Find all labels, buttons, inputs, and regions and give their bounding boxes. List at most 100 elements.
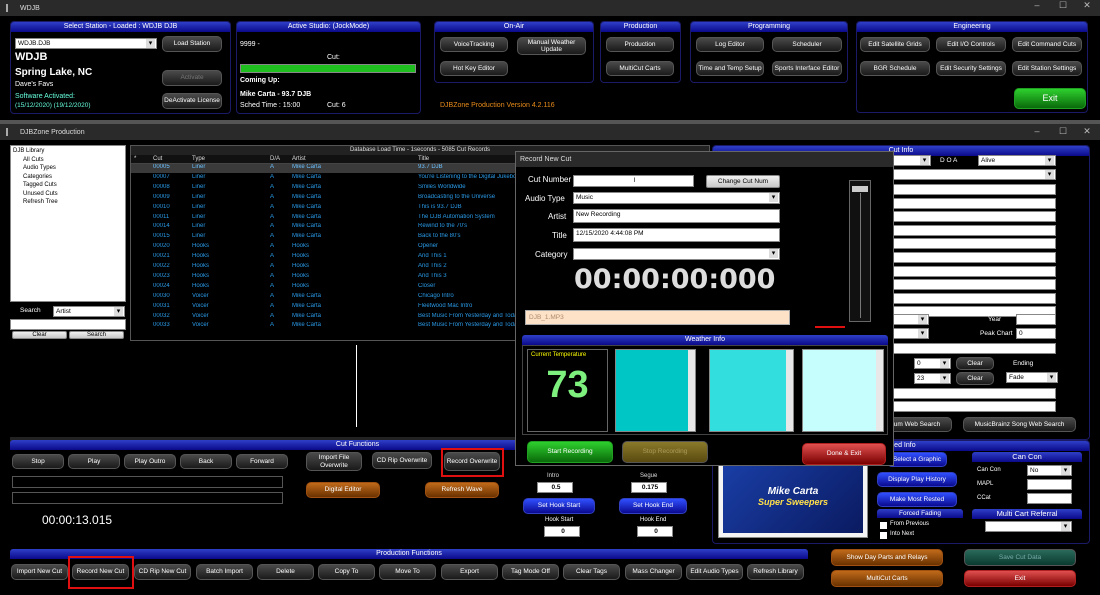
col-tag[interactable]: * [131,155,153,163]
production-button[interactable]: Production [606,37,674,52]
cut-info-select-1[interactable] [893,155,931,166]
cut-number-input[interactable]: I [573,175,694,187]
title-input[interactable]: 12/15/2020 4:44:08 PM [573,228,780,242]
done-exit-button[interactable]: Done & Exit [802,443,886,465]
log-editor-button[interactable]: Log Editor [696,37,764,52]
col-cut[interactable]: Cut [153,155,192,163]
cut-info-field[interactable] [893,224,1056,236]
cut-info-field-b[interactable] [893,401,1056,412]
multicut-carts-button[interactable]: MultiCut Carts [831,570,943,587]
filename-field[interactable]: DJB_1.MP3 [525,310,790,325]
fade-out-select[interactable]: 23 [914,373,951,384]
manual-weather-update-button[interactable]: Manual Weather Update [517,37,586,55]
hot-key-editor-button[interactable]: Hot Key Editor [440,61,508,76]
set-hook-start-button[interactable]: Set Hook Start [523,498,595,514]
search-button[interactable]: Search [69,331,124,339]
weather-scroll-3[interactable] [876,350,883,431]
station-select[interactable]: WDJB.DJB [15,38,157,49]
cancon-select[interactable]: No [1027,465,1072,476]
stop-recording-button[interactable]: Stop Recording [622,441,708,463]
hook-end-value[interactable]: 0 [637,526,673,537]
import-new-cut-button[interactable]: Import New Cut [11,564,68,580]
export-button[interactable]: Export [441,564,498,580]
bgr-schedule-button[interactable]: BGR Schedule [860,61,930,76]
ccat-input[interactable] [1027,493,1072,504]
edit-audio-types-button[interactable]: Edit Audio Types [686,564,743,580]
clear-out-button[interactable]: Clear [956,372,994,385]
cut-info-select-4[interactable] [893,328,929,339]
make-most-rested-button[interactable]: Make Most Rested [877,492,957,507]
tree-root[interactable]: DJB Library [13,147,123,156]
edit-station-settings-button[interactable]: Edit Station Settings [1012,61,1082,76]
col-type[interactable]: Type [192,155,270,163]
cut-info-field[interactable] [893,265,1056,277]
search-clear-button[interactable]: Clear [12,331,67,339]
weather-panel-2[interactable] [709,349,794,432]
minimize-icon[interactable]: – [1026,0,1048,10]
tag-mode-off-button[interactable]: Tag Mode Off [502,564,559,580]
doa-select[interactable]: Alive [978,155,1056,166]
tree-all-cuts[interactable]: All Cuts [13,156,123,165]
top-exit-button[interactable]: Exit [1014,88,1086,109]
play-outro-button[interactable]: Play Outro [124,454,176,469]
cut-info-field-a[interactable] [893,388,1056,399]
cut-info-select-3[interactable] [893,314,929,325]
level-meter-thumb[interactable] [852,186,868,192]
time-temp-setup-button[interactable]: Time and Temp Setup [696,61,764,76]
sports-interface-editor-button[interactable]: Sports Interface Editor [772,61,842,76]
intro-value[interactable]: 0.5 [537,482,573,493]
refresh-wave-button[interactable]: Refresh Wave [425,482,499,498]
cut-info-field[interactable] [893,184,1056,195]
cut-info-field[interactable] [893,238,1056,250]
level-meter[interactable] [849,180,871,322]
back-button[interactable]: Back [180,454,232,469]
weather-panel-1[interactable] [615,349,696,432]
refresh-library-button[interactable]: Refresh Library [747,564,804,580]
move-to-button[interactable]: Move To [379,564,436,580]
scheduler-button[interactable]: Scheduler [772,37,842,52]
cd-rip-overwrite-button[interactable]: CD Rip Overwrite [372,452,432,469]
into-next-checkbox[interactable] [880,532,887,539]
start-recording-button[interactable]: Start Recording [527,441,613,463]
cut-info-field-long[interactable] [893,343,1056,354]
search-input[interactable] [10,319,126,330]
hook-start-value[interactable]: 0 [544,526,580,537]
delete-button[interactable]: Delete [257,564,314,580]
digital-editor-button[interactable]: Digital Editor [306,482,380,498]
tree-unused-cuts[interactable]: Unused Cuts [13,190,123,199]
edit-io-controls-button[interactable]: Edit I/O Controls [936,37,1006,52]
year-input[interactable] [1016,314,1056,325]
deactivate-license-button[interactable]: DeActivate License [162,93,222,109]
mapl-input[interactable] [1027,479,1072,490]
prod-maximize-icon[interactable]: ☐ [1052,126,1074,137]
clear-in-button[interactable]: Clear [956,357,994,370]
save-cut-data-button[interactable]: Save Cut Data [964,549,1076,566]
edit-command-cuts-button[interactable]: Edit Command Cuts [1012,37,1082,52]
category-select[interactable] [573,248,780,260]
activate-button[interactable]: Activate [162,70,222,86]
fade-in-select[interactable]: 0 [914,358,951,369]
select-graphic-button[interactable]: Select a Graphic [887,452,947,467]
artist-input[interactable]: New Recording [573,209,780,223]
change-cut-num-button[interactable]: Change Cut Num [706,175,780,188]
batch-import-button[interactable]: Batch Import [196,564,253,580]
col-artist[interactable]: Artist [292,155,418,163]
mass-changer-button[interactable]: Mass Changer [625,564,682,580]
close-icon[interactable]: ✕ [1076,0,1098,11]
ending-select[interactable]: Fade [1006,372,1058,383]
cd-rip-new-cut-button[interactable]: CD Rip New Cut [134,564,191,580]
col-da[interactable]: D/A [270,155,292,163]
forward-button[interactable]: Forward [236,454,288,469]
cut-info-field[interactable] [893,292,1056,304]
display-play-history-button[interactable]: Display Play History [877,472,957,487]
cut-info-field[interactable] [893,252,1056,263]
set-hook-end-button[interactable]: Set Hook End [619,498,687,514]
tree-refresh[interactable]: Refresh Tree [13,198,123,207]
copy-to-button[interactable]: Copy To [318,564,375,580]
tree-categories[interactable]: Categories [13,173,123,182]
prod-close-icon[interactable]: ✕ [1076,126,1098,137]
from-previous-checkbox[interactable] [880,522,887,529]
play-button[interactable]: Play [68,454,120,469]
segue-value[interactable]: 0.175 [631,482,667,493]
edit-security-settings-button[interactable]: Edit Security Settings [936,61,1006,76]
